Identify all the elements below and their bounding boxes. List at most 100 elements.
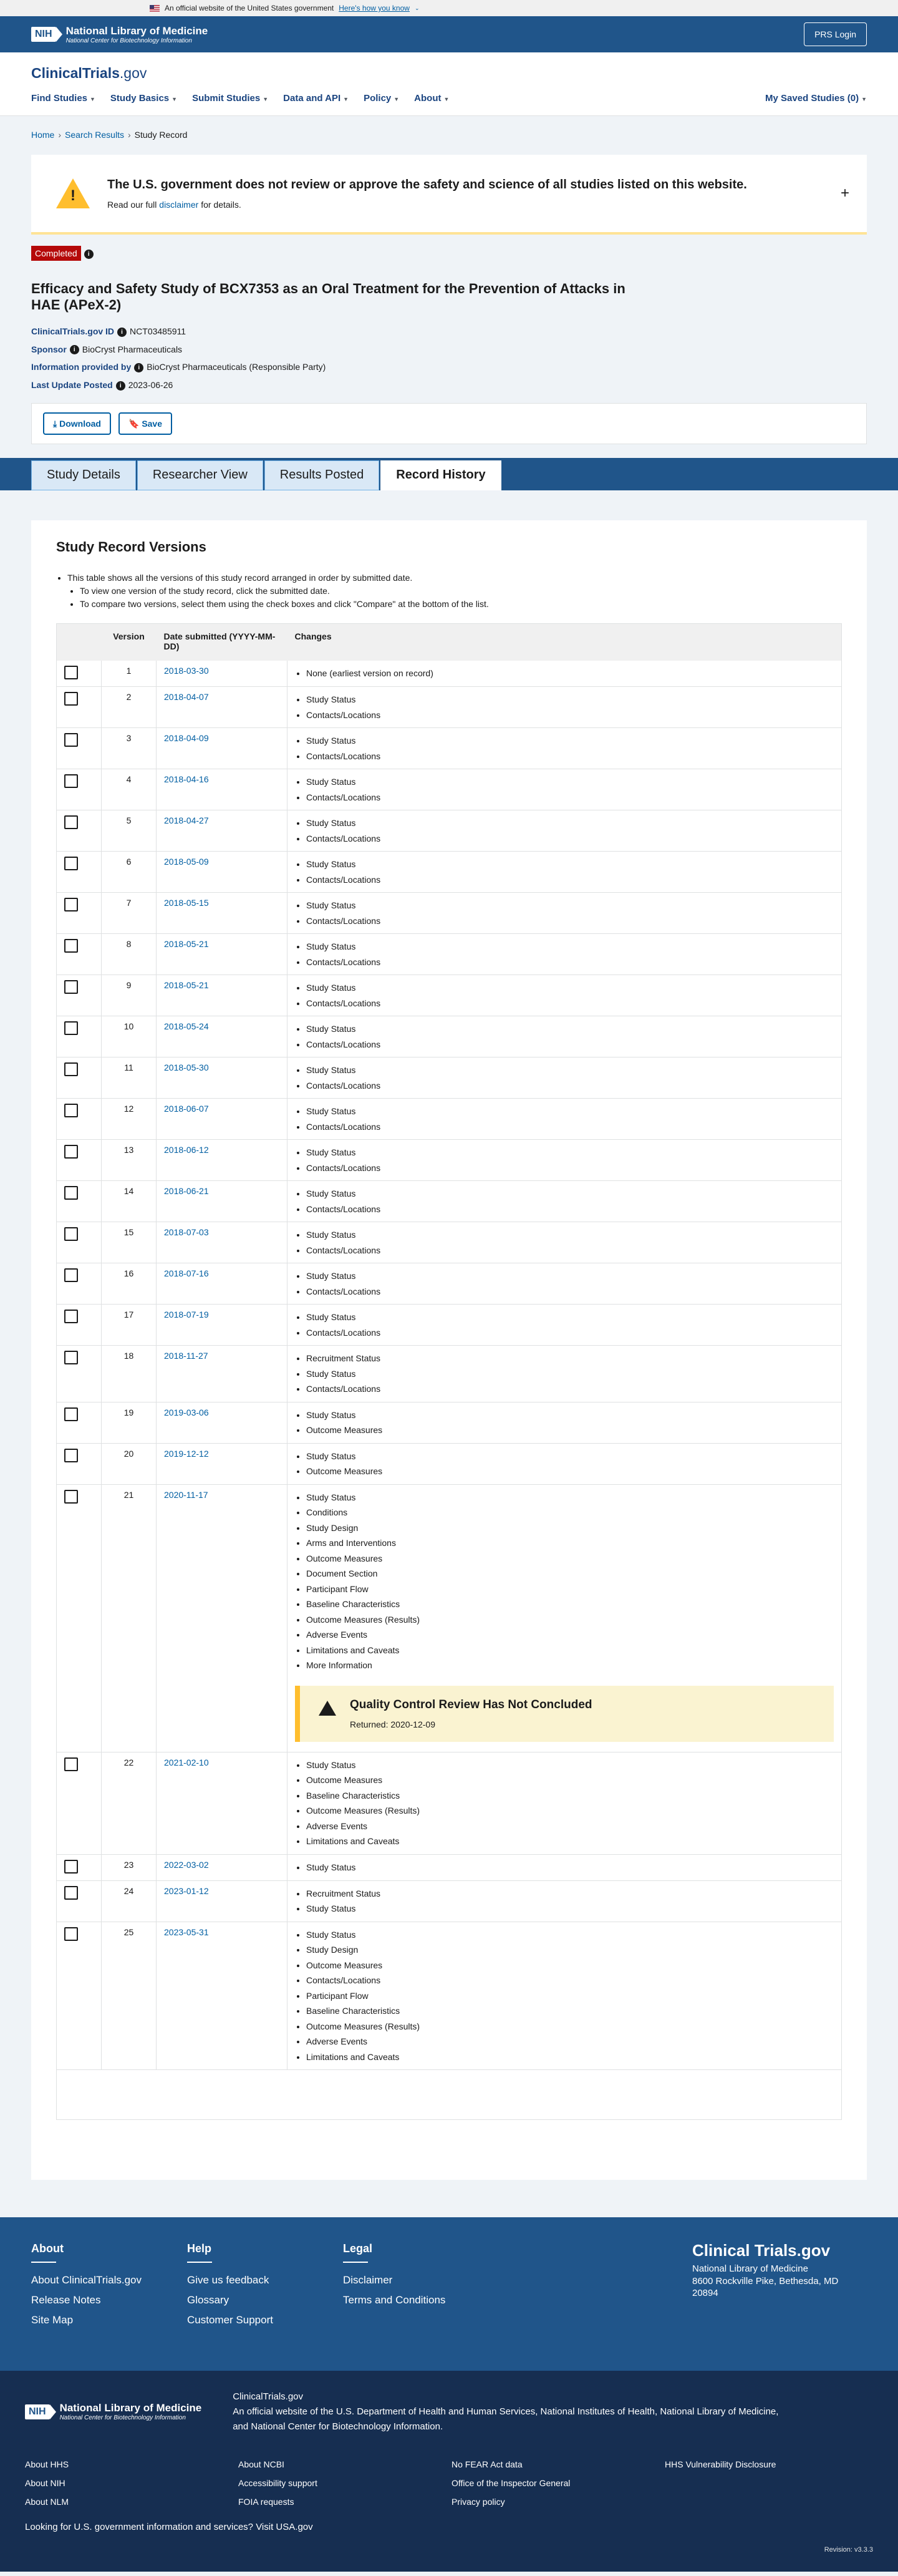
change-item: Arms and Interventions	[306, 1535, 834, 1551]
info-icon[interactable]: i	[115, 381, 125, 391]
compare-checkbox[interactable]	[64, 1186, 78, 1200]
footer-link[interactable]: Give us feedback	[187, 2274, 343, 2287]
compare-checkbox[interactable]	[64, 1062, 78, 1077]
nlm-footer-logo[interactable]: NIH National Library of Medicine National…	[25, 2389, 201, 2434]
version-date-link[interactable]: 2018-07-19	[164, 1310, 209, 1320]
version-changes: Study StatusContacts/Locations	[287, 1016, 842, 1058]
compare-checkbox[interactable]	[64, 733, 78, 747]
version-date-link[interactable]: 2019-12-12	[164, 1449, 209, 1459]
compare-checkbox[interactable]	[64, 1227, 78, 1242]
version-date-link[interactable]: 2018-11-27	[164, 1351, 208, 1361]
info-icon[interactable]: i	[69, 345, 79, 355]
compare-checkbox[interactable]	[64, 1885, 78, 1900]
compare-checkbox[interactable]	[64, 1859, 78, 1874]
nav-submit-studies[interactable]: Submit Studies ▼	[192, 93, 268, 104]
version-changes: Study StatusContacts/Locations	[287, 727, 842, 770]
change-item: Outcome Measures (Results)	[306, 1612, 834, 1628]
expand-plus-icon[interactable]: +	[841, 185, 849, 202]
version-date-link[interactable]: 2018-07-03	[164, 1227, 209, 1237]
table-row: 10 2018-05-24 Study StatusContacts/Locat…	[56, 1016, 842, 1058]
version-date-link[interactable]: 2020-11-17	[164, 1490, 208, 1500]
compare-checkbox[interactable]	[64, 1448, 78, 1462]
table-row: 11 2018-05-30 Study StatusContacts/Locat…	[56, 1057, 842, 1099]
footer-link[interactable]: Customer Support	[187, 2314, 343, 2326]
site-footer: About About ClinicalTrials.gov Release N…	[0, 2217, 898, 2371]
version-date-link[interactable]: 2018-03-30	[164, 666, 209, 676]
nav-data-api[interactable]: Data and API ▼	[283, 93, 349, 104]
version-number: 3	[101, 727, 157, 770]
download-button[interactable]: ⤓ Download	[43, 412, 111, 435]
compare-checkbox[interactable]	[64, 1021, 78, 1036]
compare-checkbox[interactable]	[64, 774, 78, 789]
version-number: 12	[101, 1098, 157, 1140]
version-date-link[interactable]: 2018-04-09	[164, 733, 209, 743]
compare-checkbox[interactable]	[64, 1407, 78, 1421]
version-date-link[interactable]: 2021-02-10	[164, 1757, 209, 1767]
compare-checkbox[interactable]	[64, 815, 78, 830]
compare-checkbox[interactable]	[64, 1351, 78, 1365]
footer-link[interactable]: Glossary	[187, 2294, 343, 2306]
nlm-logo[interactable]: NIH National Library of Medicine Nationa…	[31, 25, 208, 44]
info-icon[interactable]: i	[117, 327, 127, 337]
footer-link[interactable]: Release Notes	[31, 2294, 187, 2306]
version-date-link[interactable]: 2018-05-21	[164, 980, 209, 990]
compare-checkbox[interactable]	[64, 1927, 78, 1941]
compare-checkbox[interactable]	[64, 857, 78, 871]
version-date-link[interactable]: 2018-05-21	[164, 939, 209, 949]
compare-checkbox[interactable]	[64, 692, 78, 706]
compare-checkbox[interactable]	[64, 898, 78, 912]
version-date-link[interactable]: 2018-05-30	[164, 1062, 209, 1072]
tab-record-history[interactable]: Record History	[380, 460, 501, 490]
version-date-link[interactable]: 2018-07-16	[164, 1268, 209, 1278]
footer-link[interactable]: Terms and Conditions	[343, 2294, 499, 2306]
nav-about[interactable]: About ▼	[414, 93, 449, 104]
tab-researcher-view[interactable]: Researcher View	[137, 460, 263, 490]
disclaimer-link[interactable]: disclaimer	[159, 200, 198, 210]
breadcrumb-search-results[interactable]: Search Results	[65, 130, 124, 140]
footer-link[interactable]: About ClinicalTrials.gov	[31, 2274, 187, 2287]
table-row: 18 2018-11-27 Recruitment StatusStudy St…	[56, 1345, 842, 1402]
version-date-link[interactable]: 2018-05-15	[164, 898, 209, 908]
compare-checkbox[interactable]	[64, 1310, 78, 1324]
version-date-link[interactable]: 2018-05-09	[164, 857, 209, 867]
tab-study-details[interactable]: Study Details	[31, 460, 136, 490]
nav-policy[interactable]: Policy ▼	[364, 93, 399, 104]
info-icon[interactable]: i	[134, 363, 144, 373]
change-item: More Information	[306, 1658, 834, 1673]
info-icon[interactable]: i	[84, 249, 94, 259]
footer-link[interactable]: Disclaimer	[343, 2274, 499, 2287]
table-row: 24 2023-01-12 Recruitment StatusStudy St…	[56, 1880, 842, 1922]
nav-find-studies[interactable]: Find Studies ▼	[31, 93, 95, 104]
save-button[interactable]: 🔖 Save	[118, 412, 173, 435]
compare-checkbox[interactable]	[64, 980, 78, 994]
version-date-link[interactable]: 2018-06-07	[164, 1104, 209, 1114]
breadcrumb-home[interactable]: Home	[31, 130, 54, 140]
version-date-link[interactable]: 2023-01-12	[164, 1886, 209, 1896]
version-date-link[interactable]: 2018-06-12	[164, 1145, 209, 1155]
version-date-link[interactable]: 2023-05-31	[164, 1927, 209, 1937]
nav-study-basics[interactable]: Study Basics ▼	[110, 93, 177, 104]
tab-results-posted[interactable]: Results Posted	[264, 460, 380, 490]
my-saved-studies[interactable]: My Saved Studies (0) ▼	[765, 93, 867, 104]
version-number: 22	[101, 1752, 157, 1855]
compare-checkbox[interactable]	[64, 666, 78, 680]
version-date-link[interactable]: 2018-04-07	[164, 692, 209, 702]
version-date-link[interactable]: 2019-03-06	[164, 1407, 209, 1417]
version-changes: Study StatusContacts/Locations	[287, 1263, 842, 1305]
prs-login-button[interactable]: PRS Login	[804, 22, 867, 46]
site-logo[interactable]: ClinicalTrials.gov	[31, 65, 867, 82]
version-date-link[interactable]: 2018-04-16	[164, 774, 209, 784]
version-date-link[interactable]: 2018-04-27	[164, 815, 209, 825]
compare-checkbox[interactable]	[64, 1145, 78, 1159]
compare-checkbox[interactable]	[64, 1489, 78, 1504]
compare-checkbox[interactable]	[64, 939, 78, 953]
version-date-link[interactable]: 2018-05-24	[164, 1021, 209, 1031]
version-date-link[interactable]: 2018-06-21	[164, 1186, 209, 1196]
heres-how-you-know-link[interactable]: Here's how you know	[339, 4, 410, 12]
compare-checkbox[interactable]	[64, 1757, 78, 1771]
version-date-link[interactable]: 2022-03-02	[164, 1860, 209, 1870]
compare-checkbox[interactable]	[64, 1104, 78, 1118]
compare-checkbox[interactable]	[64, 1268, 78, 1283]
footer-link[interactable]: Site Map	[31, 2314, 187, 2326]
table-row: 22 2021-02-10 Study StatusOutcome Measur…	[56, 1752, 842, 1855]
